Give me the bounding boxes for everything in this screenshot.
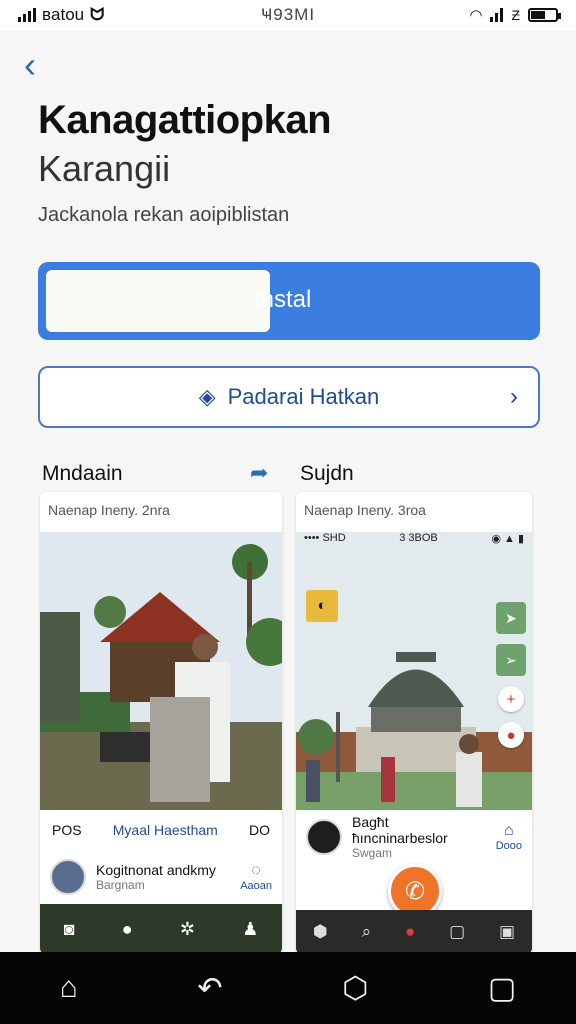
grid-icon[interactable]: ▣: [499, 922, 515, 942]
comment-row-1: Kogitnonat andkmy Bargnam ◌ Aaoan: [40, 850, 282, 904]
app-description: Jackanola rekan aoipiblistan: [38, 204, 290, 226]
comment-meta: Kogitnonat andkmy Bargnam: [96, 862, 230, 892]
footer-right-label: DO: [249, 822, 270, 838]
status-time: Ҹ93МI: [260, 5, 316, 24]
battery-icon: [528, 8, 561, 22]
footer-left-label: POS: [52, 822, 82, 838]
settings-icon[interactable]: ✲: [180, 919, 195, 940]
arrow-tool-icon[interactable]: ➤: [496, 602, 526, 634]
circle-nav-icon[interactable]: ⬡: [342, 971, 368, 1006]
secondary-action-label: Padarai Hatkan: [227, 384, 380, 409]
carrier-name: вatou: [42, 5, 85, 24]
send-tool-icon[interactable]: ➢: [496, 644, 526, 676]
install-button-overlay: [46, 270, 270, 332]
app-detail-page: ‹ Kanagattiopkan Karangii Jackanola reka…: [0, 30, 576, 954]
comment-subtitle: Swgam: [352, 846, 393, 860]
screenshot-heading-2: Sujdn: [300, 462, 354, 485]
search-icon[interactable]: ⌕: [362, 922, 372, 942]
cat-icon: ᗢ: [90, 5, 105, 24]
home-nav-icon[interactable]: ⌂: [60, 971, 78, 1005]
system-navigation-bar: ⌂ ↶ ⬡ ▢: [0, 952, 576, 1024]
screenshot-photo-1: [40, 532, 282, 810]
record-icon[interactable]: ●: [498, 722, 524, 748]
inner-status-icons: ◉ ▲ ▮: [491, 533, 524, 545]
comment-title: Bagħt ħıncninarbeslor: [352, 814, 448, 846]
share-icon[interactable]: ➦: [250, 460, 268, 486]
home-outline-icon: ⌂: [504, 822, 514, 839]
side-toolbar: ➤ ➢ + ●: [496, 602, 526, 748]
inner-bottom-nav: ⬢ ⌕ ● ▢ ▣: [296, 910, 532, 954]
chat-icon: ◌: [251, 862, 261, 879]
chevron-right-icon: ›: [510, 383, 518, 410]
person-icon: ♟: [242, 918, 259, 939]
signal-strength-icon: [490, 8, 504, 22]
screenshot-footer-1: POS Myaal Haestham DO: [40, 810, 282, 850]
home-icon[interactable]: ⬢: [313, 922, 328, 942]
speech-bubble-icon[interactable]: ●: [122, 919, 133, 940]
thumbnail-strip: ◙ ● ✲ ♟: [40, 904, 282, 954]
square-icon[interactable]: ▢: [449, 922, 465, 942]
back-nav-icon[interactable]: ↶: [197, 971, 222, 1006]
screenshot-caption-2: Naenap Ineny. 3roa: [304, 502, 426, 518]
reply-label: Aaoan: [240, 880, 272, 892]
status-bar: вatou ᗢ Ҹ93МI ◠ Ƶ: [0, 0, 576, 30]
secondary-action-button[interactable]: ◈ Padarai Hatkan ›: [38, 366, 540, 428]
phone-icon: ✆: [404, 877, 426, 905]
comment-subtitle: Bargnam: [96, 878, 145, 892]
reply-button[interactable]: ⌂ Dooo: [496, 822, 522, 852]
inner-status-center: 3 3BOB: [399, 532, 438, 544]
village-scene-image: [40, 532, 282, 810]
app-subtitle: Karangii: [38, 148, 171, 189]
camera-icon[interactable]: ◙: [64, 919, 75, 940]
avatar: [306, 819, 342, 855]
tag-icon: ◈: [198, 384, 216, 409]
screenshot-caption-1: Naenap Ineny. 2nra: [48, 502, 170, 518]
status-right: ◠ Ƶ: [358, 6, 561, 24]
inner-status-left: •••• SHD: [304, 532, 346, 544]
inner-status-bar: •••• SHD 3 3BOB ◉ ▲ ▮: [296, 532, 532, 556]
reply-label: Dooo: [495, 840, 522, 852]
status-left: вatou ᗢ: [18, 5, 218, 25]
install-button-label: Instal: [254, 286, 312, 313]
recents-nav-icon[interactable]: ▢: [488, 971, 516, 1006]
comment-meta: Bagħt ħıncninarbeslor Swgam: [352, 814, 486, 860]
comment-row-2: Bagħt ħıncninarbeslor Swgam ⌂ Dooo: [296, 810, 532, 864]
app-title: Kanagattiopkan: [38, 98, 332, 142]
screenshot-card-1[interactable]: Naenap Ineny. 2nra POS Myaal Haestham DO…: [40, 492, 282, 954]
back-arrow-icon[interactable]: ‹: [24, 44, 36, 86]
record-button-icon[interactable]: ●: [405, 922, 415, 942]
avatar: [50, 859, 86, 895]
reply-button[interactable]: ◌ Aaoan: [240, 862, 272, 892]
screenshot-heading-1: Mndaain: [42, 462, 123, 485]
install-button[interactable]: Instal: [38, 262, 540, 340]
plus-icon[interactable]: +: [498, 686, 524, 712]
signal-icon: [18, 8, 36, 22]
footer-link[interactable]: Myaal Haestham: [113, 822, 218, 838]
comment-title: Kogitnonat andkmy: [96, 862, 216, 878]
app-badge-icon: ◐: [306, 590, 338, 622]
battery-percent: Ƶ: [511, 7, 520, 23]
screenshot-card-2[interactable]: Naenap Ineny. 3roa •••• SHD 3 3BOB ◉ ▲ ▮…: [296, 492, 532, 954]
wifi-icon: ◠: [469, 7, 483, 24]
